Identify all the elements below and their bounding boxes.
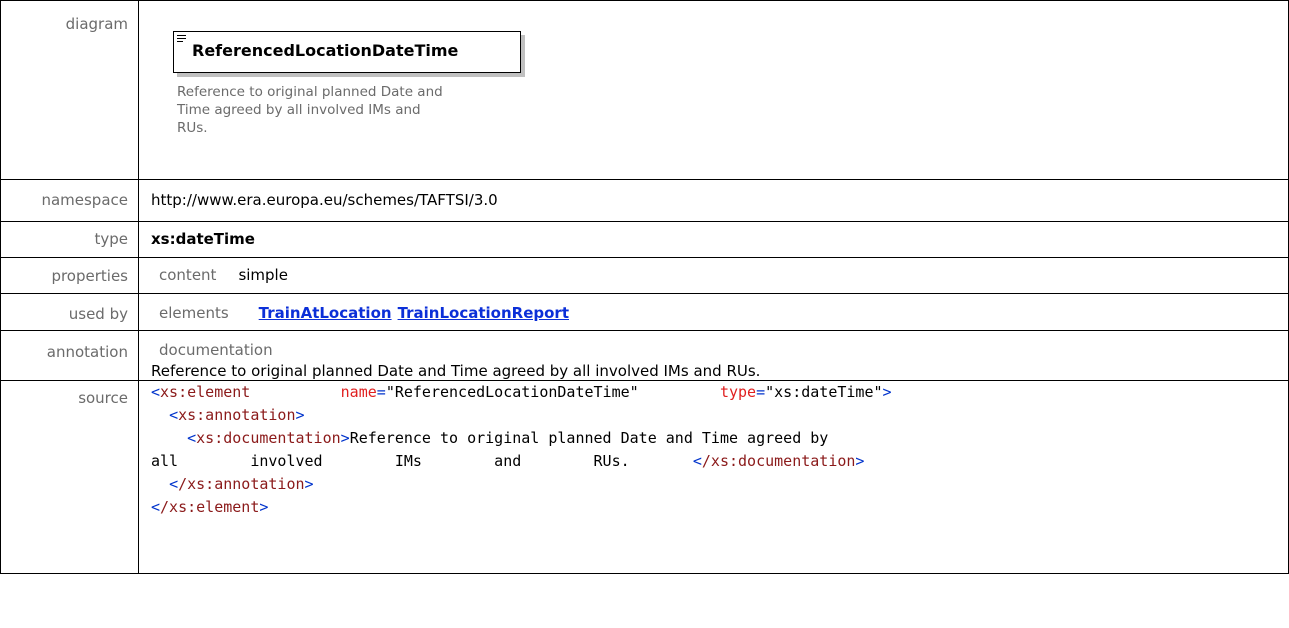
src-gt: > xyxy=(259,498,269,516)
used-by-row: used by elements TrainAtLocation TrainLoca… xyxy=(0,293,1289,331)
diagram-label: diagram xyxy=(65,15,128,33)
annotation-label-cell: annotation xyxy=(0,330,139,381)
src-tag-element: xs:element xyxy=(160,383,251,401)
source-row: source <xs:element name="ReferencedLocat… xyxy=(0,380,1289,574)
src-doc-text-cont: all involved IMs and RUs. xyxy=(151,452,630,470)
diagram-cell: ReferencedLocationDateTime Reference to … xyxy=(138,0,1289,180)
diagram-canvas: ReferencedLocationDateTime Reference to … xyxy=(139,1,1288,179)
src-gt: > xyxy=(304,475,314,493)
src-close-annotation: /xs:annotation xyxy=(178,475,305,493)
content-label: content xyxy=(159,266,217,284)
element-doc-line: Time agreed by all involved IMs and xyxy=(177,102,421,118)
src-lt: < xyxy=(692,452,702,470)
used-by-label: used by xyxy=(68,305,128,323)
element-doc-line: RUs. xyxy=(177,120,208,136)
src-gt: > xyxy=(340,429,350,447)
src-tag-documentation: xs:documentation xyxy=(196,429,341,447)
documentation-label: documentation xyxy=(159,341,273,359)
namespace-value: http://www.era.europa.eu/schemes/TAFTSI/… xyxy=(151,191,498,209)
elements-label: elements xyxy=(159,304,229,322)
namespace-cell: http://www.era.europa.eu/schemes/TAFTSI/… xyxy=(138,179,1289,222)
source-label-cell: source xyxy=(0,380,139,574)
properties-line: content simple xyxy=(151,258,1288,284)
used-by-label-cell: used by xyxy=(0,293,139,331)
namespace-label: namespace xyxy=(41,191,128,209)
properties-label-cell: properties xyxy=(0,257,139,294)
src-lt: < xyxy=(169,406,179,424)
type-row: type xs:dateTime xyxy=(0,221,1289,258)
src-gt: > xyxy=(855,452,865,470)
diagram-label-cell: diagram xyxy=(0,0,139,180)
src-close-element: /xs:element xyxy=(160,498,260,516)
src-attr-name: name xyxy=(340,383,377,401)
src-lt: < xyxy=(169,475,179,493)
src-gt: > xyxy=(882,383,892,401)
namespace-label-cell: namespace xyxy=(0,179,139,222)
src-doc-text: Reference to original planned Date and T… xyxy=(349,429,829,447)
source-code: <xs:element name="ReferencedLocationDate… xyxy=(138,380,1289,574)
src-lt: < xyxy=(151,383,161,401)
properties-row: properties content simple xyxy=(0,257,1289,294)
link-train-location-report[interactable]: TrainLocationReport xyxy=(398,304,569,322)
source-label: source xyxy=(78,389,128,407)
element-box[interactable]: ReferencedLocationDateTime xyxy=(173,31,521,73)
documentation-text: Reference to original planned Date and T… xyxy=(151,362,761,380)
properties-cell: content simple xyxy=(138,257,1289,294)
src-eq: = xyxy=(756,383,766,401)
link-train-at-location[interactable]: TrainAtLocation xyxy=(259,304,392,322)
diagram-row: diagram ReferencedLocationDateTime Refer… xyxy=(0,0,1289,180)
type-label: type xyxy=(94,230,128,248)
element-doc: Reference to original planned Date and T… xyxy=(177,83,507,137)
annotation-cell: documentation Reference to original plan… xyxy=(138,330,1289,381)
used-by-cell: elements TrainAtLocation TrainLocationRepo… xyxy=(138,293,1289,331)
annotation-label: annotation xyxy=(46,343,128,361)
src-val-name: "ReferencedLocationDateTime" xyxy=(385,383,639,401)
annotation-row: annotation documentation Reference to or… xyxy=(0,330,1289,381)
type-label-cell: type xyxy=(0,221,139,258)
properties-label: properties xyxy=(51,267,128,285)
src-eq: = xyxy=(376,383,386,401)
src-val-type: "xs:dateTime" xyxy=(765,383,883,401)
used-by-line: elements TrainAtLocation TrainLocationRepo… xyxy=(151,294,1288,322)
element-lines-icon xyxy=(177,35,186,43)
schema-doc-table: diagram ReferencedLocationDateTime Refer… xyxy=(0,0,1289,574)
element-doc-line: Reference to original planned Date and xyxy=(177,84,443,100)
src-lt: < xyxy=(187,429,197,447)
content-value: simple xyxy=(238,266,288,284)
src-tag-annotation: xs:annotation xyxy=(178,406,296,424)
type-value: xs:dateTime xyxy=(151,230,255,248)
src-gt: > xyxy=(295,406,305,424)
type-cell: xs:dateTime xyxy=(138,221,1289,258)
src-attr-type: type xyxy=(719,383,757,401)
src-lt: < xyxy=(151,498,161,516)
element-name: ReferencedLocationDateTime xyxy=(192,41,459,60)
src-close-documentation: /xs:documentation xyxy=(701,452,856,470)
namespace-row: namespace http://www.era.europa.eu/schem… xyxy=(0,179,1289,222)
